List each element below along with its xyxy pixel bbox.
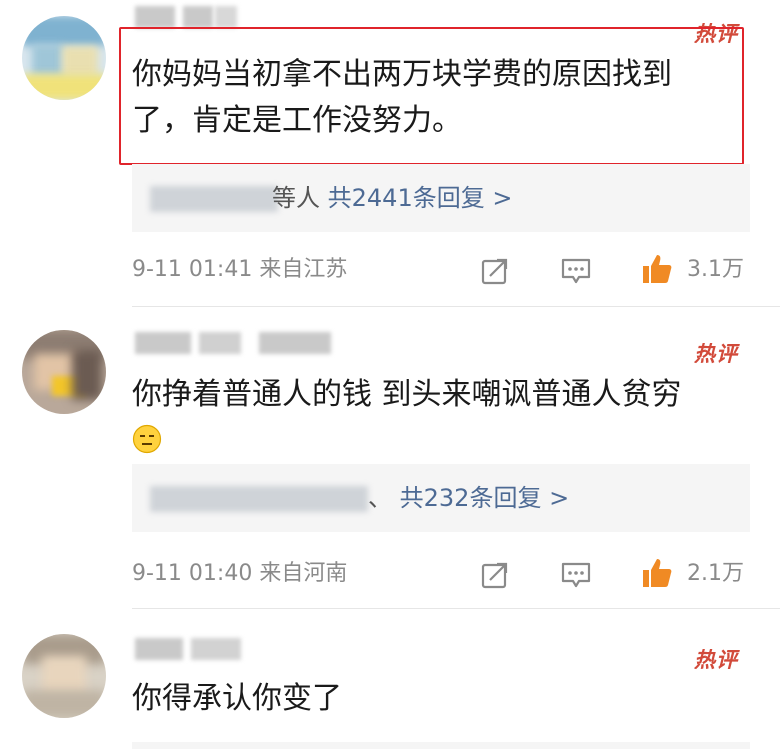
comment-icon[interactable] bbox=[560, 256, 592, 286]
reply-names-blurred bbox=[150, 186, 278, 212]
comment-location: 来自江苏 bbox=[259, 257, 348, 282]
comment-timestamp: 9-11 01:41 来自江苏 bbox=[132, 254, 347, 286]
like-icon[interactable] bbox=[640, 556, 674, 590]
highlight-box bbox=[119, 27, 744, 165]
reply-count-link[interactable]: 共2441条回复 > bbox=[328, 184, 513, 212]
comment-time: 9-11 01:40 bbox=[132, 561, 253, 586]
comment-2: 热评 你挣着普通人的钱 到头来嘲讽普通人贫穷 、 共232条回复 > 9-11 … bbox=[0, 306, 780, 608]
emoji-icon bbox=[132, 424, 162, 454]
comment-time: 9-11 01:41 bbox=[132, 257, 253, 282]
reply-names-suffix: 等人 bbox=[272, 184, 320, 212]
reply-count-link[interactable]: 共232条回复 > bbox=[400, 484, 570, 512]
comment-text-line: 你挣着普通人的钱 到头来嘲讽普通人贫穷 bbox=[132, 377, 682, 412]
hot-comment-badge: 热评 bbox=[694, 648, 738, 672]
share-icon[interactable] bbox=[480, 560, 510, 590]
comment-text-line: 你得承认你变了 bbox=[132, 681, 342, 716]
reply-names-suffix: 、 bbox=[368, 484, 392, 512]
reply-preview[interactable] bbox=[132, 742, 750, 749]
hot-comment-badge: 热评 bbox=[694, 342, 738, 366]
reply-preview[interactable]: 、 共232条回复 > bbox=[132, 464, 750, 532]
avatar[interactable] bbox=[22, 634, 106, 718]
username-blurred[interactable] bbox=[135, 332, 335, 354]
reply-names-blurred bbox=[150, 486, 368, 512]
username-blurred[interactable] bbox=[135, 638, 245, 660]
avatar[interactable] bbox=[22, 16, 106, 100]
comment-location: 来自河南 bbox=[259, 561, 348, 586]
comment-text: 你挣着普通人的钱 到头来嘲讽普通人贫穷 bbox=[132, 372, 682, 418]
comment-meta: 9-11 01:40 来自河南 2.1万 bbox=[132, 558, 750, 590]
avatar[interactable] bbox=[22, 330, 106, 414]
comment-3: 热评 你得承认你变了 bbox=[0, 608, 780, 749]
comment-icon[interactable] bbox=[560, 560, 592, 590]
username-blurred[interactable] bbox=[135, 6, 245, 28]
comment-meta: 9-11 01:41 来自江苏 3.1万 bbox=[132, 254, 750, 286]
comment-text: 你得承认你变了 bbox=[132, 676, 342, 722]
comment-timestamp: 9-11 01:40 来自河南 bbox=[132, 558, 347, 590]
like-count: 2.1万 bbox=[687, 561, 744, 586]
reply-preview[interactable]: 等人 共2441条回复 > bbox=[132, 164, 750, 232]
like-count: 3.1万 bbox=[687, 257, 744, 282]
comment-1: 热评 你妈妈当初拿不出两万块学费的原因找到 了，肯定是工作没努力。 等人 共24… bbox=[0, 0, 780, 305]
share-icon[interactable] bbox=[480, 256, 510, 286]
like-icon[interactable] bbox=[640, 252, 674, 286]
